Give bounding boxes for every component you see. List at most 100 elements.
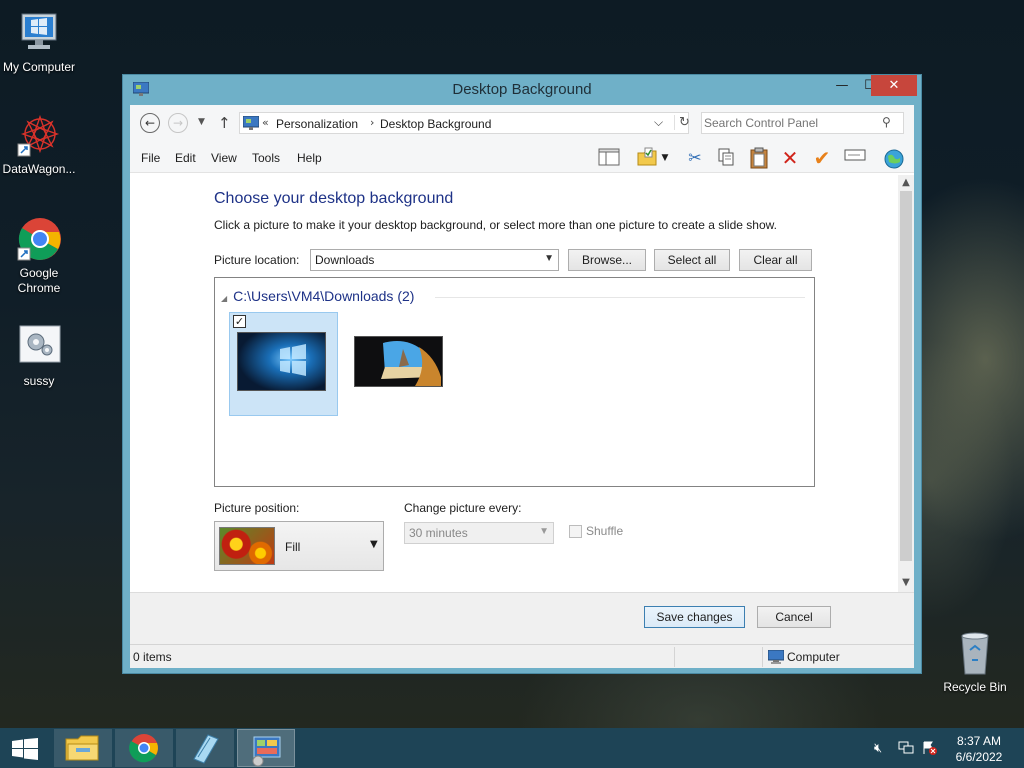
menu-help[interactable]: Help [297, 151, 322, 165]
taskbar: 🔇︎ 8:37 AM 6/6/2022 [0, 728, 1024, 768]
action-center-icon[interactable] [922, 741, 938, 759]
delete-icon[interactable]: ✕ [778, 147, 802, 169]
picture-location-select[interactable]: Downloads ▼ [310, 249, 559, 271]
folder-icon [65, 735, 99, 761]
rename-icon[interactable] [843, 147, 867, 169]
beach-cave-wallpaper-thumbnail [354, 336, 443, 387]
cut-icon[interactable]: ✂ [683, 147, 707, 169]
picture-position-select[interactable]: Fill ▼ [214, 521, 384, 571]
paste-icon[interactable] [747, 147, 771, 169]
desktop-icon-label: sussy [23, 374, 55, 388]
preview-pane-icon[interactable] [597, 147, 621, 169]
status-divider [674, 647, 675, 667]
gallery-group-header[interactable]: ◢ C:\Users\VM4\Downloads (2) [221, 288, 414, 304]
address-bar[interactable]: « Personalization › Desktop Background ⌵… [239, 112, 690, 134]
control-panel-icon [242, 115, 260, 130]
picture-position-value: Fill [285, 540, 301, 554]
taskbar-notepad[interactable] [176, 729, 234, 767]
picture-checkbox[interactable]: ✓ [233, 315, 246, 328]
chevron-down-icon: ▼ [370, 539, 378, 550]
desktop-icon-datawagon[interactable]: DataWagon... [0, 112, 79, 177]
refresh-button[interactable]: ↻ [674, 115, 690, 130]
chevron-down-icon: ▼ [539, 526, 549, 537]
menu-bar: File Edit View Tools Help ▼ ✂ ✕ ✔ [130, 143, 914, 173]
scrollbar-thumb[interactable] [900, 191, 912, 561]
copy-icon[interactable] [714, 147, 738, 169]
navigation-bar: ← → ▼ ↑ « Personalization › Desktop Back… [130, 105, 914, 143]
forward-arrow-icon: → [172, 116, 184, 130]
picture-tile-windows-10[interactable]: ✓ [229, 312, 338, 416]
content-area: Choose your desktop background Click a p… [130, 174, 914, 591]
dropdown-icon[interactable]: ▼ [658, 147, 672, 169]
save-changes-button[interactable]: Save changes [644, 606, 745, 628]
collapse-icon[interactable]: ◢ [221, 294, 227, 303]
address-overflow-chevron[interactable]: « [262, 116, 269, 129]
title-bar[interactable]: Desktop Background — ☐ ✕ [123, 75, 921, 105]
menu-edit[interactable]: Edit [175, 151, 196, 165]
clock-date: 6/6/2022 [955, 750, 1003, 764]
check-icon[interactable]: ✔ [810, 147, 834, 169]
select-all-button[interactable]: Select all [654, 249, 730, 271]
windows-logo-icon [12, 738, 38, 760]
address-dropdown-chevron-icon[interactable]: ⌵ [654, 115, 663, 130]
change-picture-interval-select[interactable]: 30 minutes ▼ [404, 522, 554, 544]
desktop-icon-my-computer[interactable]: My Computer [0, 10, 79, 75]
scroll-down-icon[interactable]: ▼ [898, 577, 914, 588]
status-item-count: 0 items [133, 650, 172, 664]
back-button[interactable]: ← [140, 113, 160, 133]
page-instructions: Click a picture to make it your desktop … [214, 218, 777, 232]
windows-10-wallpaper-thumbnail [237, 332, 326, 391]
system-clock[interactable]: 8:37 AM 6/6/2022 [946, 733, 1012, 765]
menu-file[interactable]: File [141, 151, 160, 165]
shuffle-checkbox[interactable] [569, 525, 582, 538]
search-input[interactable] [704, 115, 879, 131]
breadcrumb-personalization[interactable]: Personalization [276, 117, 358, 131]
start-button[interactable] [12, 738, 38, 760]
flower-preview-icon [219, 527, 275, 565]
desktop-icon-label: My Computer [2, 60, 76, 74]
globe-icon[interactable] [882, 147, 906, 169]
dialog-footer: Save changes Cancel [130, 592, 914, 644]
browse-button[interactable]: Browse... [568, 249, 646, 271]
search-box[interactable]: ⚲ [701, 112, 904, 134]
up-button[interactable]: ↑ [218, 114, 231, 132]
network-icon[interactable] [898, 741, 914, 759]
desktop-icon-sussy[interactable]: sussy [0, 324, 79, 389]
taskbar-control-panel[interactable] [237, 729, 295, 767]
computer-icon [767, 649, 785, 664]
picture-position-label: Picture position: [214, 501, 300, 515]
change-picture-interval-value: 30 minutes [409, 526, 468, 540]
picture-tile-beach-cave[interactable] [345, 312, 454, 416]
menu-tools[interactable]: Tools [252, 151, 280, 165]
shuffle-label: Shuffle [586, 524, 624, 538]
breadcrumb-desktop-background[interactable]: Desktop Background [380, 117, 491, 131]
taskbar-google-chrome[interactable] [115, 729, 173, 767]
breadcrumb-separator[interactable]: › [370, 116, 374, 129]
cancel-button[interactable]: Cancel [757, 606, 831, 628]
folder-properties-icon[interactable] [635, 147, 659, 169]
desktop-icon-recycle-bin[interactable]: Recycle Bin [935, 630, 1015, 695]
search-icon[interactable]: ⚲ [882, 115, 891, 129]
status-divider [762, 647, 763, 667]
menu-view[interactable]: View [211, 151, 237, 165]
datawagon-icon [16, 112, 62, 158]
clear-all-button[interactable]: Clear all [739, 249, 812, 271]
back-arrow-icon: ← [144, 116, 156, 130]
minimize-button[interactable]: — [827, 75, 857, 96]
group-divider [435, 297, 805, 298]
desktop-background-window: Desktop Background — ☐ ✕ ← → ▼ ↑ « Perso… [122, 74, 922, 674]
volume-muted-icon[interactable]: 🔇︎ [874, 741, 882, 756]
scroll-up-icon[interactable]: ▲ [898, 177, 914, 188]
desktop-icon-google-chrome[interactable]: Google Chrome [0, 216, 79, 296]
forward-button[interactable]: → [168, 113, 188, 133]
desktop-icon-label: Google Chrome [17, 266, 61, 295]
settings-file-icon [16, 324, 62, 370]
chrome-icon [16, 216, 62, 262]
vertical-scrollbar[interactable]: ▲ ▼ [898, 175, 914, 592]
taskbar-file-explorer[interactable] [54, 729, 112, 767]
change-picture-label: Change picture every: [404, 501, 522, 515]
close-button[interactable]: ✕ [871, 75, 917, 96]
status-location: Computer [787, 650, 840, 664]
recent-locations-dropdown[interactable]: ▼ [198, 117, 205, 127]
picture-gallery: ◢ C:\Users\VM4\Downloads (2) ✓ [214, 277, 815, 487]
